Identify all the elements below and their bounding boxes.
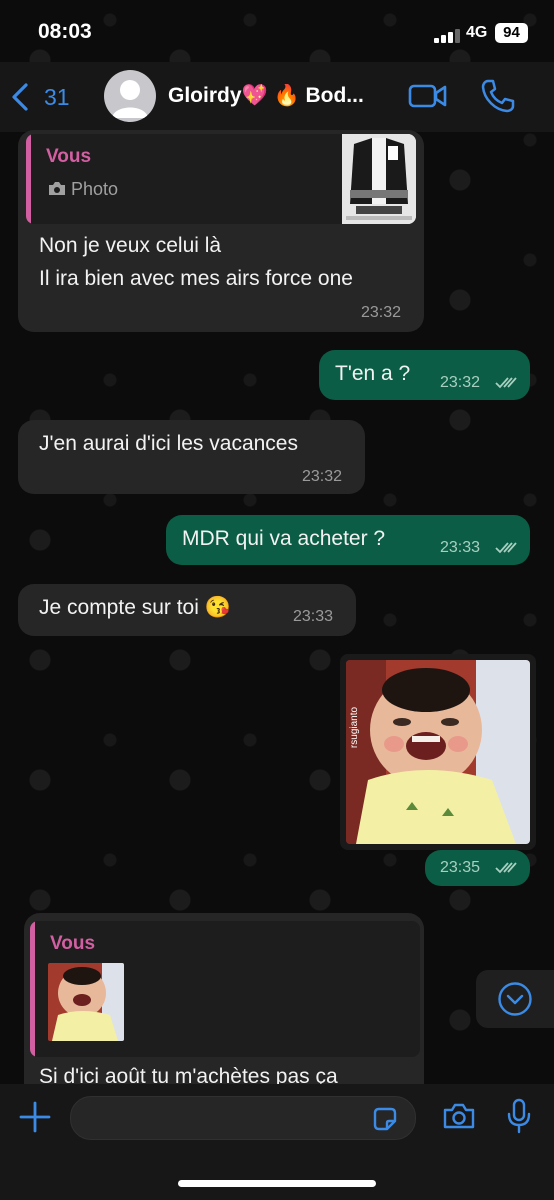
message-bubble-incoming[interactable]: Vous Photo Non je veux celui là Il ira b…: [18, 130, 424, 332]
reply-quote[interactable]: Vous Photo: [26, 134, 416, 224]
sticker-icon: [373, 1107, 397, 1131]
video-camera-icon: [408, 84, 447, 108]
message-time: 23:32: [440, 374, 481, 391]
sticker-button[interactable]: [371, 1105, 399, 1138]
photo-laughing-child[interactable]: rsugianto: [346, 660, 530, 844]
reply-accent-bar: [26, 134, 31, 224]
message-bubble-incoming[interactable]: Vous Si d'ici août tu m'achètes pas ça: [24, 913, 424, 1113]
camera-icon: [443, 1103, 475, 1129]
message-bubble-incoming[interactable]: J'en aurai d'ici les vacances 23:32: [18, 420, 365, 494]
scroll-to-bottom-button[interactable]: [476, 970, 554, 1028]
status-time: 08:03: [38, 20, 92, 43]
battery-icon: 94: [495, 23, 528, 43]
message-time-pill: 23:35: [425, 850, 530, 886]
unread-count: 31: [44, 84, 70, 110]
plus-icon: [19, 1101, 51, 1133]
reply-quote[interactable]: Vous: [30, 921, 420, 1057]
home-indicator: [178, 1180, 376, 1187]
chevron-left-icon: [12, 83, 28, 111]
microphone-icon: [507, 1098, 531, 1134]
message-text: MDR qui va acheter ?: [182, 527, 386, 550]
message-input[interactable]: [70, 1096, 416, 1140]
photo-watermark: rsugianto: [349, 706, 361, 749]
reply-thumbnail-child: [48, 963, 124, 1041]
attach-button[interactable]: [18, 1100, 52, 1139]
message-time: 23:33: [440, 539, 481, 556]
message-bubble-incoming[interactable]: Je compte sur toi 😘 23:33: [18, 584, 356, 636]
message-bubble-outgoing[interactable]: MDR qui va acheter ? 23:33: [166, 515, 530, 565]
message-composer: [0, 1084, 554, 1200]
video-call-button[interactable]: [408, 80, 448, 117]
phone-icon: [481, 79, 515, 113]
signal-icon: [434, 27, 462, 43]
reply-thumbnail-jacket: [342, 134, 416, 224]
message-text: J'en aurai d'ici les vacances: [39, 432, 298, 455]
reply-preview: Photo: [48, 179, 118, 200]
double-check-icon: [495, 862, 517, 874]
camera-icon: [49, 182, 65, 195]
message-text: Il ira bien avec mes airs force one: [39, 267, 353, 290]
message-bubble-outgoing-photo[interactable]: rsugianto: [340, 654, 536, 850]
reply-author: Vous: [46, 146, 92, 167]
back-button[interactable]: 31: [10, 78, 90, 118]
contact-name[interactable]: Gloirdy💖 🔥 Bod...: [168, 84, 393, 108]
reply-accent-bar: [30, 921, 35, 1057]
double-check-icon: [495, 377, 517, 389]
message-time: 23:32: [361, 304, 402, 321]
message-text: Je compte sur toi 😘: [39, 596, 231, 619]
message-time: 23:32: [302, 468, 343, 485]
microphone-button[interactable]: [506, 1098, 532, 1139]
message-time: 23:33: [293, 608, 334, 625]
network-type: 4G: [466, 24, 488, 41]
chevron-down-circle-icon: [498, 982, 532, 1016]
message-bubble-outgoing[interactable]: T'en a ? 23:32: [319, 350, 530, 400]
message-text: Non je veux celui là: [39, 234, 222, 257]
voice-call-button[interactable]: [480, 78, 516, 119]
camera-button[interactable]: [442, 1102, 476, 1135]
reply-author: Vous: [50, 933, 96, 954]
status-bar: 08:03 4G 94: [0, 0, 554, 62]
message-text: T'en a ?: [335, 362, 411, 385]
double-check-icon: [495, 542, 517, 554]
message-time: 23:35: [440, 859, 481, 876]
person-icon: [112, 80, 148, 118]
avatar[interactable]: [104, 70, 156, 122]
chat-header: 31 Gloirdy💖 🔥 Bod...: [0, 62, 554, 132]
